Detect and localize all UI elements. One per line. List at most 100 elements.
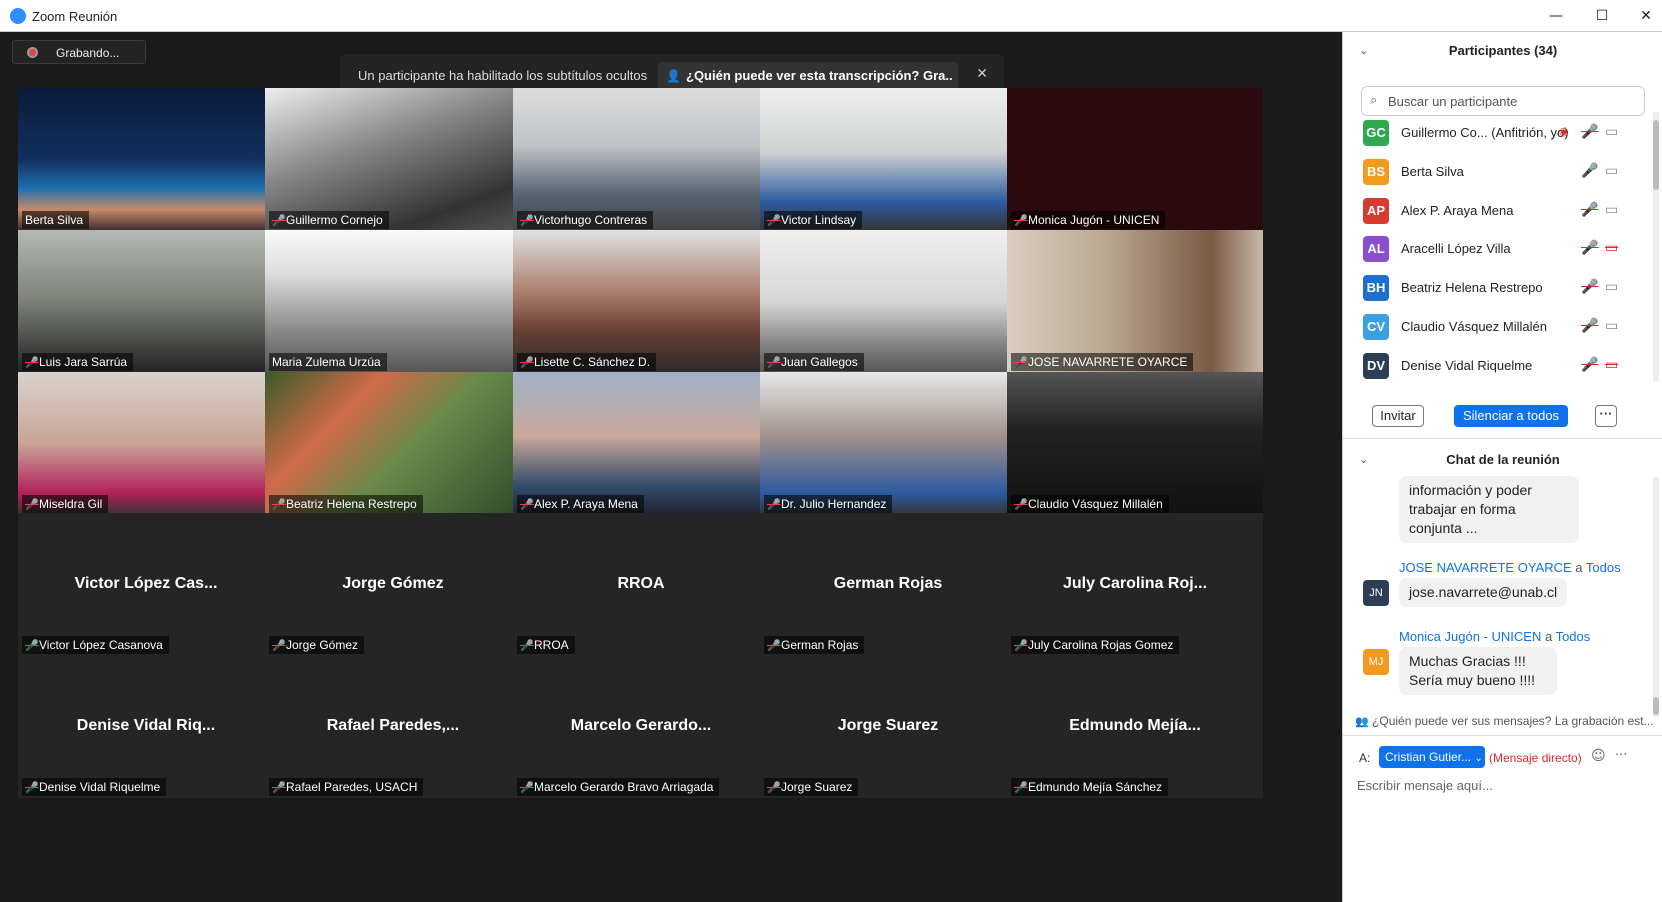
video-tile[interactable]: 🎤Alex P. Araya Mena [513, 372, 769, 515]
participant-scrollbar[interactable] [1653, 112, 1659, 382]
video-tile[interactable]: 🎤Dr. Julio Hernandez [760, 372, 1016, 515]
participant-name: Maria Zulema Urzúa [272, 355, 381, 369]
record-icon [27, 47, 38, 58]
video-tile[interactable]: 🎤Claudio Vásquez Millalén [1007, 372, 1263, 515]
video-tile[interactable]: Victor López Cas... 🎤Victor López Casanov… [18, 513, 274, 656]
participant-row[interactable]: AL Aracelli López Villa 🎤 ▭ [1343, 228, 1653, 269]
participant-name-tag: Berta Silva [22, 211, 90, 229]
video-tile[interactable]: Maria Zulema Urzúa [265, 230, 521, 373]
video-tile[interactable]: 🎤Victorhugo Contreras [513, 88, 769, 231]
participant-name-tag: Maria Zulema Urzúa [269, 353, 387, 371]
participant-display-name: July Carolina Roj... [1062, 575, 1208, 592]
chat-sender[interactable]: Monica Jugón - UNICEN [1399, 629, 1541, 644]
window-title: Zoom Reunión [32, 9, 118, 24]
chat-message: jose.navarrete@unab.cl [1399, 578, 1568, 607]
mic-muted-icon: 🎤 [520, 214, 534, 227]
video-tile[interactable]: Jorge Suarez 🎤Jorge Suarez [760, 655, 1016, 798]
participant-name-tag: 🎤Luis Jara Sarrúa [22, 353, 134, 371]
participant-name: Denise Vidal Riquelme [1401, 357, 1533, 373]
transcript-visibility-label: ¿Quién puede ver esta transcripción? Gra… [686, 68, 952, 83]
participant-name-tag: 🎤Claudio Vásquez Millalén [1011, 495, 1169, 513]
mic-icon[interactable]: 🎤 [1581, 163, 1598, 179]
participant-avatar: CV [1363, 314, 1389, 340]
video-tile[interactable]: 🎤Luis Jara Sarrúa [18, 230, 274, 373]
chat-avatar: JN [1363, 580, 1389, 606]
participant-row[interactable]: CV Claudio Vásquez Millalén 🎤 ▭ [1343, 306, 1653, 347]
video-tile[interactable]: 🎤Lisette C. Sánchez D. [513, 230, 769, 373]
video-tile[interactable]: Marcelo Gerardo... 🎤Marcelo Gerardo Bravo… [513, 655, 769, 798]
participant-row[interactable]: DV Denise Vidal Riquelme 🎤 ▭ [1343, 345, 1653, 386]
video-tile[interactable]: Denise Vidal Riq... 🎤Denise Vidal Riquelm… [18, 655, 274, 798]
participant-name-tag: 🎤Monica Jugón - UNICEN [1011, 211, 1166, 229]
video-tile[interactable]: 🎤Guillermo Cornejo [265, 88, 521, 231]
search-input[interactable] [1388, 91, 1638, 111]
video-tile[interactable]: July Carolina Roj... 🎤July Carolina Rojas… [1007, 513, 1263, 656]
video-icon[interactable]: ▭ [1605, 318, 1618, 334]
video-feed [1007, 88, 1263, 231]
video-icon[interactable]: ▭ [1605, 163, 1618, 179]
participant-display-name: German Rojas [833, 575, 943, 592]
video-tile[interactable]: 🎤Victor Lindsay [760, 88, 1016, 231]
search-icon: ⌕ [1370, 93, 1378, 108]
more-options-button[interactable]: ··· [1595, 405, 1617, 427]
participant-name: Victorhugo Contreras [534, 213, 648, 227]
participant-row[interactable]: BH Beatriz Helena Restrepo 🎤 ▭ [1343, 267, 1653, 308]
video-tile[interactable]: RROA 🎤RROA [513, 513, 769, 656]
video-off-icon[interactable]: ▭ [1605, 357, 1618, 373]
emoji-icon[interactable]: ☺ [1591, 748, 1606, 764]
chat-sender[interactable]: JOSE NAVARRETE OYARCE [1399, 560, 1572, 575]
mic-muted-icon[interactable]: 🎤 [1581, 202, 1598, 218]
participant-name: Aracelli López Villa [1401, 241, 1511, 257]
mic-muted-icon: 🎤 [25, 356, 39, 369]
side-panel: ⌄ Participantes (34) ⌕ GC Guillermo Co...… [1342, 32, 1662, 902]
video-icon[interactable]: ▭ [1605, 124, 1618, 140]
chevron-down-icon[interactable]: ⌄ [1359, 445, 1368, 475]
video-tile[interactable]: 🎤Beatriz Helena Restrepo [265, 372, 521, 515]
invite-button[interactable]: Invitar [1372, 405, 1424, 427]
participant-row[interactable]: BS Berta Silva 🎤 ▭ [1343, 151, 1653, 192]
participant-name-tag: 🎤Dr. Julio Hernandez [764, 495, 893, 513]
maximize-button[interactable]: ☐ [1590, 6, 1614, 26]
chat-message-header: JOSE NAVARRETE OYARCE a Todos [1399, 560, 1621, 575]
participant-name: JOSE NAVARRETE OYARCE [1028, 355, 1188, 369]
video-tile[interactable]: Jorge Gómez 🎤Jorge Gómez [265, 513, 521, 656]
chat-scrollbar[interactable] [1653, 477, 1659, 717]
people-icon: 👤 [666, 69, 681, 83]
video-tile[interactable]: 🎤Miseldra Gil [18, 372, 274, 515]
participant-row[interactable]: AP Alex P. Araya Mena 🎤 ▭ [1343, 190, 1653, 231]
mic-muted-icon[interactable]: 🎤 [1581, 124, 1598, 140]
video-tile[interactable]: 🎤Juan Gallegos [760, 230, 1016, 373]
video-tile[interactable]: Edmundo Mejía... 🎤Edmundo Mejía Sánchez [1007, 655, 1263, 798]
video-tile[interactable]: 🎤JOSE NAVARRETE OYARCE [1007, 230, 1263, 373]
video-feed [265, 88, 521, 231]
video-tile[interactable]: German Rojas 🎤German Rojas [760, 513, 1016, 656]
recording-icon: ◉ [1559, 125, 1569, 138]
mic-muted-icon[interactable]: 🎤 [1581, 240, 1598, 256]
mic-muted-icon: 🎤 [767, 356, 781, 369]
video-tile[interactable]: Berta Silva [18, 88, 274, 231]
chevron-down-icon[interactable]: ⌄ [1359, 36, 1368, 66]
chat-visibility-notice[interactable]: 👥 ¿Quién puede ver sus mensajes? La grab… [1355, 714, 1655, 728]
mic-muted-icon[interactable]: 🎤 [1581, 279, 1598, 295]
recording-indicator[interactable]: Grabando... [12, 40, 146, 64]
participant-name: Miseldra Gil [39, 497, 103, 511]
video-icon[interactable]: ▭ [1605, 279, 1618, 295]
chat-more-icon[interactable]: ··· [1615, 748, 1627, 763]
close-window-button[interactable]: ✕ [1634, 6, 1658, 26]
participant-row[interactable]: GC Guillermo Co... (Anfitrión, yo) ◉ 🎤 ▭ [1343, 112, 1653, 153]
minimize-button[interactable]: — [1544, 6, 1568, 26]
video-tile[interactable]: 🎤Monica Jugón - UNICEN [1007, 88, 1263, 231]
participant-name: Monica Jugón - UNICEN [1028, 213, 1160, 227]
recipient-dropdown[interactable]: Cristian Gutier... ⌄ [1379, 746, 1485, 768]
participant-name-tag: 🎤Marcelo Gerardo Bravo Arriagada [517, 778, 720, 796]
chat-message-input[interactable] [1357, 774, 1647, 796]
video-icon[interactable]: ▭ [1605, 202, 1618, 218]
video-tile[interactable]: Rafael Paredes,... 🎤Rafael Paredes, USACH [265, 655, 521, 798]
mic-muted-icon[interactable]: 🎤 [1581, 357, 1598, 373]
mic-muted-icon[interactable]: 🎤 [1581, 318, 1598, 334]
video-off-icon[interactable]: ▭ [1605, 240, 1618, 256]
transcript-visibility-link[interactable]: 👤 ¿Quién puede ver esta transcripción? G… [658, 62, 958, 90]
mute-all-button[interactable]: Silenciar a todos [1454, 405, 1568, 427]
close-captions-button[interactable]: ✕ [976, 66, 988, 82]
participant-name-tag: 🎤Lisette C. Sánchez D. [517, 353, 657, 371]
